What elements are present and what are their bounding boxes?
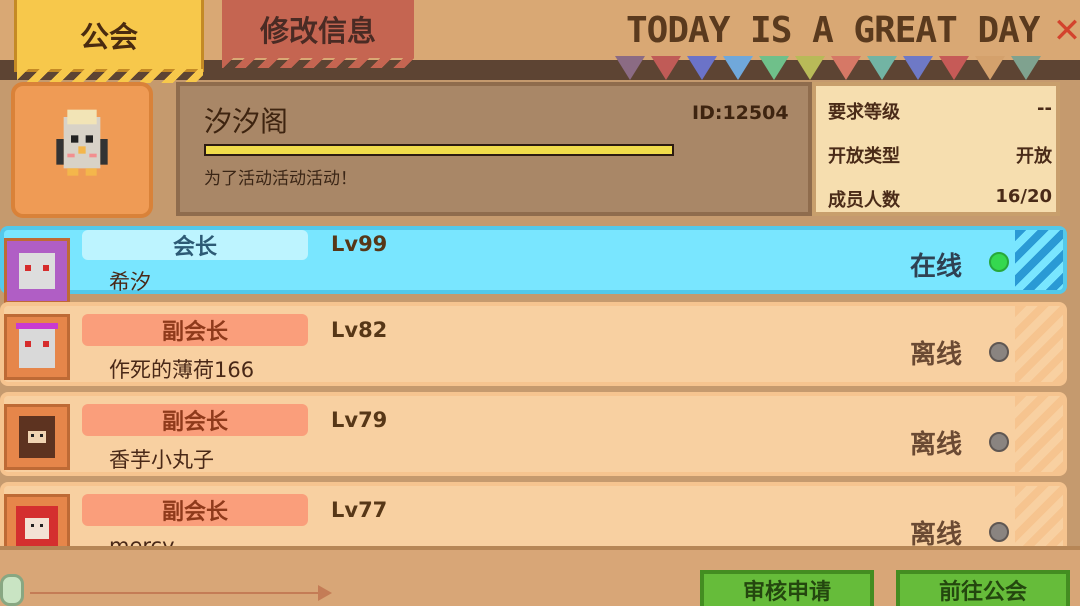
member-name-1: 希汐 <box>109 270 151 294</box>
flag-10 <box>939 56 969 80</box>
member-avatar-3-icon <box>7 407 67 467</box>
flag-row <box>615 56 1055 82</box>
member-role-3: 副会长 <box>82 404 308 436</box>
stat-type-label: 开放类型 <box>828 146 900 167</box>
offline-dot-2 <box>989 342 1009 362</box>
member-zigzag-2 <box>1015 306 1063 382</box>
go-to-guild-button[interactable]: 前往公会 <box>896 570 1070 606</box>
member-name-2: 作死的薄荷166 <box>109 358 255 382</box>
member-avatar-3 <box>4 404 70 470</box>
guild-progress-fill <box>206 146 672 154</box>
go-to-guild-button-label: 前往公会 <box>938 580 1027 605</box>
flag-8 <box>867 56 897 80</box>
tab-edit-info[interactable]: 修改信息 <box>222 0 414 68</box>
member-level-4: Lv77 <box>331 498 388 522</box>
stat-level-label: 要求等级 <box>828 102 900 123</box>
member-row-2[interactable]: 副会长 Lv82 作死的薄荷166 离线 <box>0 302 1067 386</box>
review-application-button-label: 审核申请 <box>742 580 831 605</box>
stat-type-value: 开放 <box>1016 146 1052 167</box>
member-level-1: Lv99 <box>331 232 388 256</box>
flag-3 <box>687 56 717 80</box>
flag-1 <box>615 56 645 80</box>
member-zigzag-3 <box>1015 396 1063 472</box>
stat-type: 开放类型 开放 <box>828 142 1052 168</box>
member-list: 会长 Lv99 希汐 在线 副会长 Lv82 作死的薄荷166 离线 副会长 L… <box>0 226 1080 556</box>
guild-motto: 为了活动活动活动！ <box>204 169 357 189</box>
flag-4 <box>723 56 753 80</box>
stat-members-value: 16/20 <box>995 186 1052 207</box>
flag-7 <box>831 56 861 80</box>
member-row-4[interactable]: 副会长 Lv77 mercy 离线 <box>0 482 1067 556</box>
banner-label: TODAY IS A GREAT DAY <box>626 10 1040 51</box>
member-zigzag-1 <box>1015 230 1063 290</box>
flag-6 <box>795 56 825 80</box>
review-application-button[interactable]: 审核申请 <box>700 570 874 606</box>
member-name-3: 香芋小丸子 <box>109 448 214 472</box>
member-avatar-2-icon <box>7 317 67 377</box>
guild-info-panel: 汐汐阁 ID:12504 为了活动活动活动！ <box>176 82 812 216</box>
stat-level: 要求等级 -- <box>828 98 1052 124</box>
offline-dot-4 <box>989 522 1009 542</box>
guild-name: 汐汐阁 <box>204 105 289 138</box>
flag-9 <box>903 56 933 80</box>
member-row-3[interactable]: 副会长 Lv79 香芋小丸子 离线 <box>0 392 1067 476</box>
member-level-3: Lv79 <box>331 408 388 432</box>
arrow-line <box>30 592 320 594</box>
stat-members-label: 成员人数 <box>828 190 900 211</box>
guild-emblem-icon <box>56 109 108 176</box>
stat-level-value: -- <box>1037 98 1052 119</box>
member-avatar-1-icon <box>7 241 67 301</box>
stat-members: 成员人数 16/20 <box>828 186 1052 212</box>
flag-2 <box>651 56 681 80</box>
member-role-1: 会长 <box>82 230 308 260</box>
banner-text: TODAY IS A GREAT DAY <box>626 10 1040 54</box>
arrow-icon <box>318 585 332 601</box>
guild-stats-panel: 要求等级 -- 开放类型 开放 成员人数 16/20 <box>812 82 1060 216</box>
member-status-1: 在线 <box>910 252 963 282</box>
tab-guild[interactable]: 公会 <box>14 0 204 83</box>
member-role-4: 副会长 <box>82 494 308 526</box>
close-icon[interactable]: ✕ <box>1052 11 1080 51</box>
paperclip-icon <box>0 574 24 606</box>
flag-12 <box>1011 56 1041 80</box>
tab-edit-info-label: 修改信息 <box>259 14 376 48</box>
online-dot-1 <box>989 252 1009 272</box>
guild-id: ID:12504 <box>692 102 789 124</box>
guild-avatar <box>11 82 153 218</box>
guild-progress-bar <box>204 144 674 156</box>
flag-5 <box>759 56 789 80</box>
member-row-1[interactable]: 会长 Lv99 希汐 在线 <box>0 226 1067 304</box>
member-avatar-1 <box>4 238 70 304</box>
flag-11 <box>975 56 1005 80</box>
member-avatar-2 <box>4 314 70 380</box>
member-status-3: 离线 <box>910 430 963 460</box>
member-status-2: 离线 <box>910 340 963 370</box>
offline-dot-3 <box>989 432 1009 452</box>
member-level-2: Lv82 <box>331 318 388 342</box>
member-role-2: 副会长 <box>82 314 308 346</box>
tab-guild-label: 公会 <box>79 19 138 54</box>
